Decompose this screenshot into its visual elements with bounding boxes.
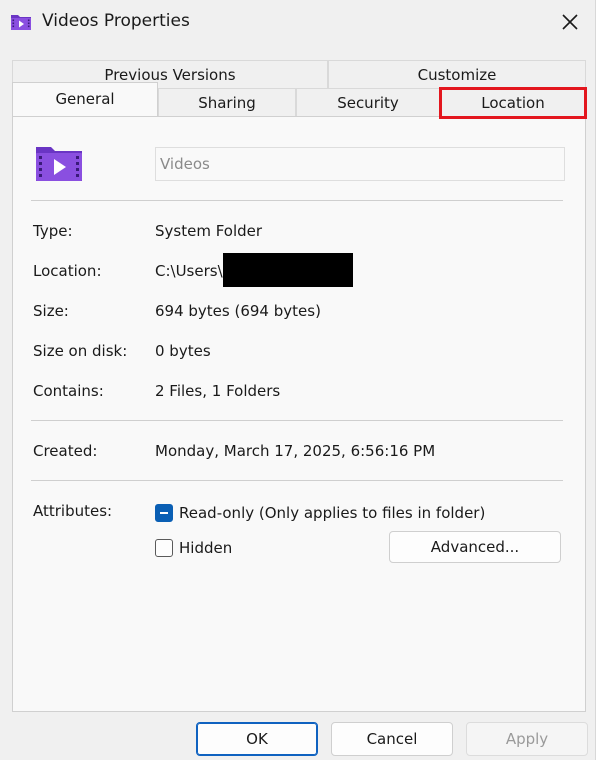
contains-value: 2 Files, 1 Folders	[155, 382, 281, 400]
properties-window: Videos Properties Previous Versions Cust…	[0, 0, 596, 760]
size-value: 694 bytes (694 bytes)	[155, 302, 321, 320]
tab-security[interactable]: Security	[296, 88, 440, 118]
readonly-label[interactable]: Read-only (Only applies to files in fold…	[179, 503, 485, 523]
video-folder-icon	[11, 15, 31, 30]
tab-sharing[interactable]: Sharing	[158, 88, 296, 118]
type-label: Type:	[33, 222, 73, 240]
type-value: System Folder	[155, 222, 263, 240]
location-label: Location:	[33, 262, 102, 280]
tab-general[interactable]: General	[12, 82, 158, 116]
divider	[31, 200, 563, 201]
location-value: C:\Users\	[155, 262, 223, 280]
ok-button[interactable]: OK	[196, 722, 318, 756]
size-on-disk-label: Size on disk:	[33, 342, 128, 360]
apply-button[interactable]: Apply	[466, 722, 588, 756]
general-panel: Type: System Folder Location: C:\Users\ …	[12, 116, 586, 712]
size-label: Size:	[33, 302, 69, 320]
tab-row-front: General Sharing Security Location	[12, 82, 587, 119]
cancel-button[interactable]: Cancel	[331, 722, 453, 756]
divider	[31, 420, 563, 421]
hidden-checkbox[interactable]	[155, 539, 173, 557]
title-bar: Videos Properties	[0, 0, 596, 44]
size-on-disk-value: 0 bytes	[155, 342, 211, 360]
tab-customize[interactable]: Customize	[328, 60, 586, 88]
attributes-label: Attributes:	[33, 502, 113, 520]
created-value: Monday, March 17, 2025, 6:56:16 PM	[155, 442, 436, 460]
created-label: Created:	[33, 442, 98, 460]
folder-name-input[interactable]	[155, 147, 565, 181]
window-title: Videos Properties	[42, 11, 190, 31]
tab-location[interactable]: Location	[439, 87, 587, 119]
readonly-checkbox[interactable]	[155, 504, 173, 522]
redacted-block	[223, 253, 353, 287]
advanced-button[interactable]: Advanced...	[389, 531, 561, 563]
video-folder-icon	[36, 147, 82, 181]
close-icon[interactable]	[558, 10, 582, 34]
contains-label: Contains:	[33, 382, 104, 400]
hidden-label[interactable]: Hidden	[179, 538, 232, 558]
divider	[31, 480, 563, 481]
